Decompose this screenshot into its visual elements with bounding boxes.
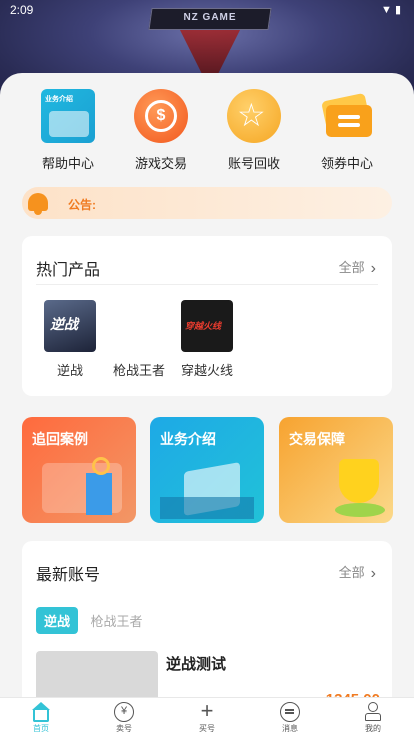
quick-action-coupon[interactable]: 领券中心 <box>301 89 393 172</box>
tab-nizhan[interactable]: 逆战 <box>36 607 79 634</box>
nav-sell[interactable]: ¥ 卖号 <box>99 702 149 734</box>
account-recycle-icon: ☆ <box>227 89 281 143</box>
hot-products-card: 热门产品 全部 › 逆战 逆战 枪战王者 穿越火线 穿越火线 <box>22 236 392 396</box>
quick-action-label: 帮助中心 <box>41 156 94 171</box>
crossfire-game-icon: 穿越火线 <box>181 300 233 352</box>
product-label: 逆战 <box>56 363 83 378</box>
product-label: 穿越火线 <box>180 363 233 378</box>
bottom-nav: 首页 ¥ 卖号 + 买号 消息 我的 <box>0 697 414 737</box>
wifi-icon: ▼ <box>381 4 395 16</box>
main-sheet: 业务介绍 帮助中心 $ 游戏交易 ☆ 账号回收 领券中心 公告: 热门产品 全部… <box>0 73 414 703</box>
nav-home[interactable]: 首页 <box>16 702 66 734</box>
promo-graphic <box>335 503 385 517</box>
user-icon <box>363 702 383 722</box>
nizhan-game-icon: 逆战 <box>44 300 96 352</box>
latest-accounts-title: 最新账号 <box>36 567 101 584</box>
notice-label: 公告: <box>68 198 96 212</box>
nav-messages[interactable]: 消息 <box>265 702 315 734</box>
quick-action-label: 领券中心 <box>320 156 373 171</box>
quick-action-label: 游戏交易 <box>134 156 187 171</box>
plus-icon: + <box>200 698 214 723</box>
bell-icon <box>24 189 50 217</box>
game-trade-icon: $ <box>134 89 188 143</box>
promo-recovery-cases[interactable]: 追回案例 <box>22 417 136 523</box>
latest-accounts-more-link[interactable]: 全部 › <box>339 562 376 582</box>
notice-bar[interactable]: 公告: <box>22 187 392 219</box>
nav-me[interactable]: 我的 <box>348 702 398 734</box>
divider <box>36 284 378 285</box>
promo-graphic <box>160 497 254 519</box>
yen-icon: ¥ <box>114 702 134 722</box>
status-time: 2:09 <box>10 3 34 17</box>
promo-trade-guarantee[interactable]: 交易保障 <box>279 417 393 523</box>
qiangzhan-game-icon <box>113 300 165 352</box>
home-icon <box>32 702 50 722</box>
quick-action-label: 账号回收 <box>227 156 280 171</box>
status-bar: 2:09 ▼▮ <box>0 0 414 20</box>
chevron-right-icon: › <box>370 565 376 582</box>
account-title[interactable]: 逆战测试 <box>166 653 226 674</box>
coupon-icon <box>320 89 374 143</box>
product-item-nizhan[interactable]: 逆战 逆战 <box>30 300 110 379</box>
quick-action-help[interactable]: 业务介绍 帮助中心 <box>22 89 114 172</box>
chat-icon <box>280 702 300 722</box>
quick-actions: 业务介绍 帮助中心 $ 游戏交易 ☆ 账号回收 领券中心 <box>0 89 414 173</box>
account-thumbnail[interactable] <box>36 651 158 703</box>
hot-products-title: 热门产品 <box>36 262 101 279</box>
shield-icon <box>339 459 379 503</box>
game-tabs: 逆战 枪战王者 <box>36 607 142 634</box>
quick-action-recycle[interactable]: ☆ 账号回收 <box>208 89 300 172</box>
quick-action-trade[interactable]: $ 游戏交易 <box>115 89 207 172</box>
game-emblem-graphic <box>180 30 240 78</box>
nav-buy[interactable]: + 买号 <box>182 698 232 734</box>
product-item-cf[interactable]: 穿越火线 穿越火线 <box>167 300 247 379</box>
promo-graphic <box>86 473 112 515</box>
latest-accounts-card: 最新账号 全部› 逆战 枪战王者 逆战测试 1345.00 <box>22 541 392 703</box>
promo-business-intro[interactable]: 业务介绍 <box>150 417 264 523</box>
battery-icon: ▮ <box>394 4 404 16</box>
tab-qiangzhan[interactable]: 枪战王者 <box>90 611 142 630</box>
hot-products-more-link[interactable]: 全部 › <box>339 257 376 277</box>
search-icon <box>92 457 110 475</box>
status-icons: ▼▮ <box>381 3 404 16</box>
chevron-right-icon: › <box>370 260 376 277</box>
help-center-icon: 业务介绍 <box>41 89 95 143</box>
